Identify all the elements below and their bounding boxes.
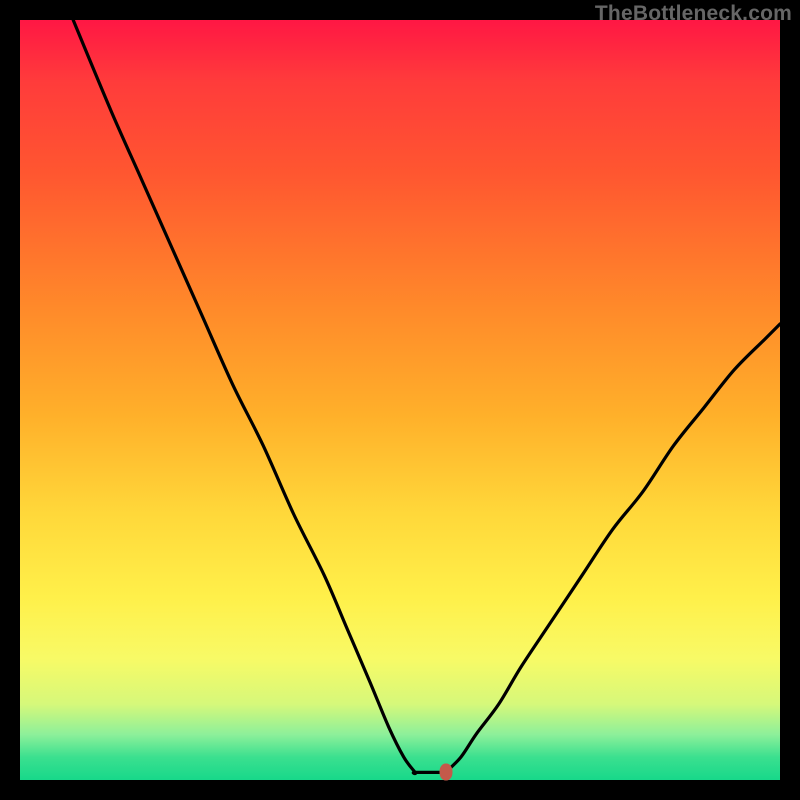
- bottleneck-curve: [20, 20, 780, 780]
- curve-path: [73, 20, 780, 774]
- optimum-marker: [439, 764, 452, 781]
- plot-area: [20, 20, 780, 780]
- chart-frame: TheBottleneck.com: [0, 0, 800, 800]
- watermark-text: TheBottleneck.com: [595, 2, 792, 26]
